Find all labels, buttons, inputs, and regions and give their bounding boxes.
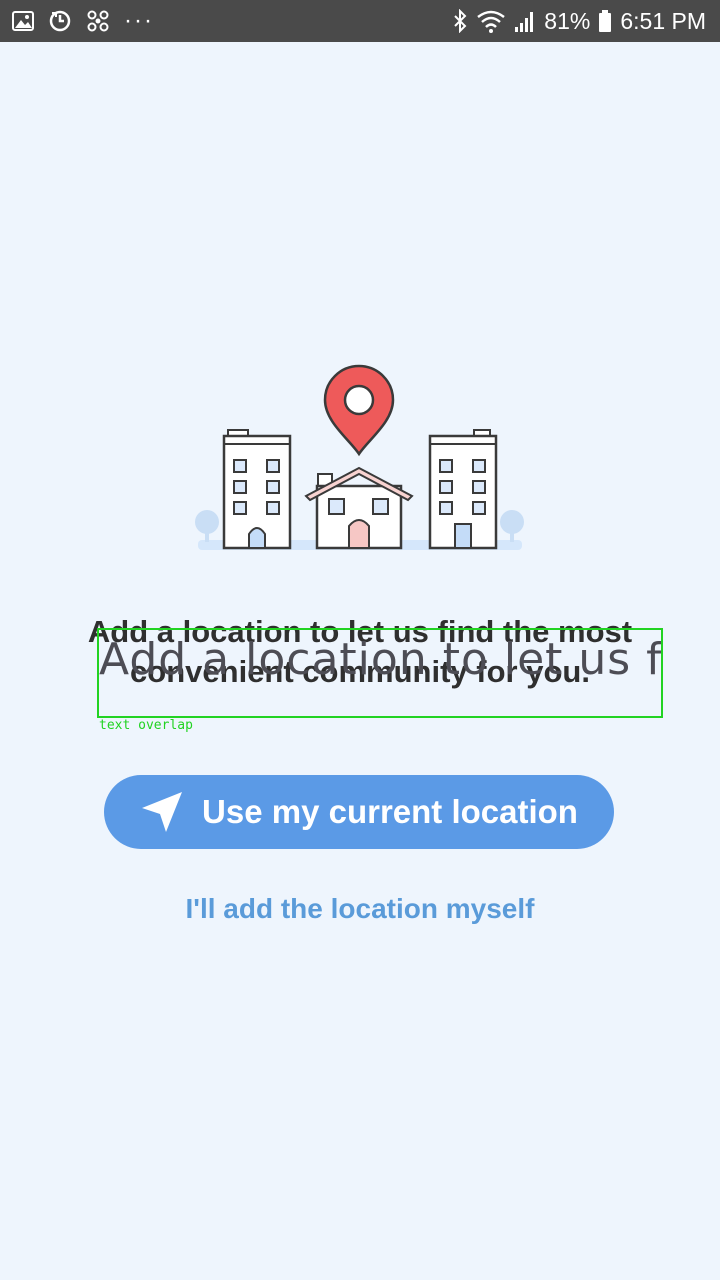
bluetooth-icon (454, 9, 467, 33)
right-building (428, 429, 498, 550)
house (304, 466, 414, 550)
left-building (222, 429, 292, 550)
location-arrow-icon (142, 792, 183, 832)
clock: 6:51 PM (620, 7, 706, 34)
text-overlap-label: text overlap (99, 718, 193, 733)
location-pin-icon (323, 364, 395, 457)
more-dots-icon: ··· (124, 7, 154, 34)
status-bar: ··· 81% 6:51 PM (0, 0, 720, 42)
use-current-location-button[interactable]: Use my current location (104, 775, 614, 849)
wifi-icon (477, 10, 506, 33)
add-location-manually-link[interactable]: I'll add the location myself (0, 893, 720, 925)
battery-percent: 81% (544, 7, 591, 34)
battery-icon (599, 10, 612, 32)
text-overlap-annotation-box: Add a location to let us fi (97, 628, 663, 718)
tree-icon (500, 510, 524, 542)
use-current-location-label: Use my current location (202, 793, 578, 830)
sync-icon (49, 10, 71, 32)
image-icon (12, 11, 34, 31)
ghost-text: Add a location to let us fi (99, 634, 663, 685)
tree-icon (195, 510, 219, 542)
fan-icon (87, 10, 109, 32)
status-bar-left: ··· (12, 9, 168, 33)
signal-icon (515, 12, 534, 32)
status-bar-right: 81% 6:51 PM (444, 8, 706, 35)
buildings-location-pin-illustration (195, 364, 524, 550)
